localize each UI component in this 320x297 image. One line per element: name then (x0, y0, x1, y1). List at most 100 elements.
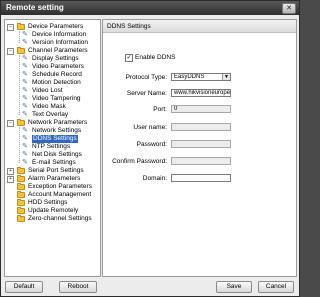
tree-item-label: Video Lost (32, 87, 63, 94)
domain-input[interactable] (171, 174, 231, 182)
tree-group-zero-channel-settings[interactable]: Zero-channel Settings (7, 215, 97, 223)
tree-connector (19, 31, 20, 43)
tree-group-label: Exception Parameters (28, 183, 92, 190)
folder-icon (17, 119, 25, 126)
save-button[interactable]: Save (216, 281, 252, 293)
password-input[interactable] (171, 140, 231, 148)
pencil-icon: ✎ (22, 103, 28, 110)
tree-item-ddns-settings[interactable]: ✎ DDNS Settings (19, 135, 97, 143)
tree-group-label: Device Parameters (28, 23, 84, 30)
tree-item-label: Text Overlay (32, 111, 69, 118)
port-input[interactable]: 0 (171, 105, 231, 113)
tree-item-motion-detection[interactable]: ✎ Motion Detection (19, 79, 97, 87)
pencil-icon: ✎ (22, 111, 28, 118)
enable-ddns-label: Enable DDNS (135, 54, 176, 61)
domain-label: Domain: (142, 175, 167, 182)
pencil-icon: ✎ (22, 55, 28, 62)
pencil-icon: ✎ (22, 135, 28, 142)
pencil-icon: ✎ (22, 71, 28, 78)
tree-item-label: Device Information (32, 31, 87, 38)
settings-tree: − Device Parameters ✎ Device Information ✎ Ve… (4, 19, 101, 277)
tree-item-label: DDNS Settings (32, 135, 78, 143)
pencil-icon: ✎ (22, 87, 28, 94)
tree-group-device-parameters[interactable]: − Device Parameters (7, 23, 97, 31)
pencil-icon: ✎ (22, 79, 28, 86)
chevron-down-icon: ▼ (222, 74, 230, 80)
pencil-icon: ✎ (22, 63, 28, 70)
folder-icon (17, 47, 25, 54)
expand-icon[interactable]: + (7, 176, 14, 183)
folder-icon (17, 183, 25, 190)
pencil-icon: ✎ (22, 95, 28, 102)
folder-icon (17, 191, 25, 198)
tree-item-video-lost[interactable]: ✎ Video Lost (19, 87, 97, 95)
tree-item-display-settings[interactable]: ✎ Display Settings (19, 55, 97, 63)
tree-group-channel-parameters[interactable]: − Channel Parameters (7, 47, 97, 55)
tree-group-label: Channel Parameters (28, 47, 88, 54)
default-button[interactable]: Default (5, 281, 43, 293)
tree-item-ntp-settings[interactable]: ✎ NTP Settings (19, 143, 97, 151)
panel-title: DDNS Settings (107, 23, 151, 30)
collapse-icon[interactable]: − (7, 120, 14, 127)
tree-group-serial-port-settings[interactable]: + Serial Port Settings (7, 167, 97, 175)
tree-group-label: Alarm Parameters (28, 175, 81, 182)
cancel-button[interactable]: Cancel (258, 281, 294, 293)
expand-icon[interactable]: + (7, 168, 14, 175)
tree-item-label: Version Information (32, 39, 89, 46)
folder-icon (17, 175, 25, 182)
server-name-input[interactable]: www.hikvisioneurope (171, 89, 231, 97)
tree-item-label: Video Parameters (32, 63, 84, 70)
tree-item-version-information[interactable]: ✎ Version Information (19, 39, 97, 47)
tree-group-label: Serial Port Settings (28, 167, 84, 174)
folder-icon (17, 23, 25, 30)
enable-ddns-checkbox[interactable]: ✓ (125, 54, 133, 62)
tree-item-label: Video Mask (32, 103, 66, 110)
tree-item-video-parameters[interactable]: ✎ Video Parameters (19, 63, 97, 71)
tree-group-alarm-parameters[interactable]: + Alarm Parameters (7, 175, 97, 183)
folder-icon (17, 167, 25, 174)
title-bar: Remote setting ✕ (1, 1, 299, 15)
tree-connector (19, 55, 20, 115)
tree-item-video-mask[interactable]: ✎ Video Mask (19, 103, 97, 111)
folder-icon (17, 215, 25, 222)
tree-item-label: Network Settings (32, 127, 82, 134)
tree-group-network-parameters[interactable]: − Network Parameters (7, 119, 97, 127)
user-name-label: User name: (133, 124, 167, 131)
protocol-type-label: Protocol Type: (125, 74, 167, 81)
pencil-icon: ✎ (22, 143, 28, 150)
tree-connector (19, 127, 20, 163)
pencil-icon: ✎ (22, 159, 28, 166)
tree-item-label: Motion Detection (32, 79, 81, 86)
tree-item-e-mail-settings[interactable]: ✎ E-mail Settings (19, 159, 97, 167)
close-button[interactable]: ✕ (282, 3, 296, 14)
password-label: Password: (136, 141, 167, 148)
tree-group-exception-parameters[interactable]: Exception Parameters (7, 183, 97, 191)
reboot-button[interactable]: Reboot (59, 281, 97, 293)
window-title: Remote setting (6, 3, 64, 12)
collapse-icon[interactable]: − (7, 48, 14, 55)
pencil-icon: ✎ (22, 127, 28, 134)
tree-item-network-settings[interactable]: ✎ Network Settings (19, 127, 97, 135)
protocol-type-select[interactable]: EasyDDNS ▼ (171, 73, 231, 81)
tree-group-label: Account Management (28, 191, 92, 198)
confirm-password-input[interactable] (171, 157, 231, 165)
tree-group-label: Network Parameters (28, 119, 88, 126)
tree-group-hdd-settings[interactable]: HDD Settings (7, 199, 97, 207)
tree-group-update-remotely[interactable]: Update Remotely (7, 207, 97, 215)
folder-icon (17, 199, 25, 206)
tree-item-schedule-record[interactable]: ✎ Schedule Record (19, 71, 97, 79)
ddns-settings-panel: DDNS Settings ✓ Enable DDNS Protocol Typ… (102, 19, 297, 277)
tree-item-device-information[interactable]: ✎ Device Information (19, 31, 97, 39)
tree-item-net-disk-settings[interactable]: ✎ Net Disk Settings (19, 151, 97, 159)
tree-item-label: Net Disk Settings (32, 151, 82, 158)
tree-item-video-tampering[interactable]: ✎ Video Tampering (19, 95, 97, 103)
tree-item-label: Video Tampering (32, 95, 81, 102)
tree-item-label: NTP Settings (32, 143, 71, 150)
user-name-input[interactable] (171, 123, 231, 131)
tree-item-text-overlay[interactable]: ✎ Text Overlay (19, 111, 97, 119)
tree-item-label: Schedule Record (32, 71, 82, 78)
tree-group-account-management[interactable]: Account Management (7, 191, 97, 199)
collapse-icon[interactable]: − (7, 24, 14, 31)
tree-item-label: E-mail Settings (32, 159, 76, 166)
tree-group-label: HDD Settings (28, 199, 68, 206)
